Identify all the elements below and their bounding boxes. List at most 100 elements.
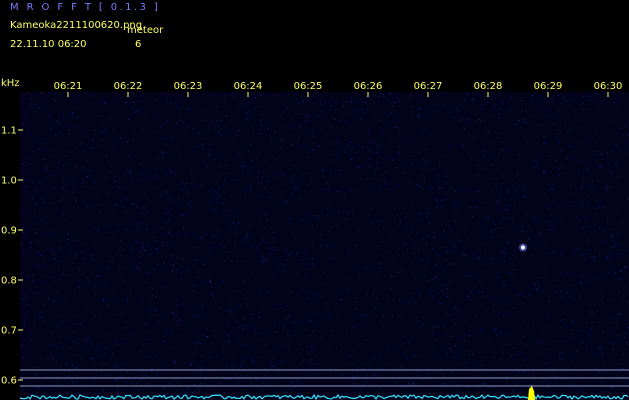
noise-speck: [102, 389, 104, 391]
noise-speck: [592, 140, 594, 142]
noise-speck: [35, 373, 37, 375]
noise-speck: [75, 354, 77, 356]
noise-speck: [224, 260, 226, 262]
noise-speck: [183, 181, 185, 183]
noise-speck: [86, 305, 88, 307]
noise-speck: [609, 318, 611, 320]
noise-speck: [176, 320, 178, 322]
noise-speck: [444, 104, 446, 106]
noise-speck: [152, 176, 153, 177]
noise-speck: [62, 273, 64, 275]
noise-speck: [587, 202, 589, 203]
noise-speck: [558, 293, 559, 295]
noise-speck: [26, 112, 28, 114]
noise-speck: [169, 382, 171, 384]
noise-speck: [579, 374, 581, 376]
noise-speck: [287, 254, 289, 256]
noise-speck: [49, 232, 50, 234]
noise-speck: [478, 118, 480, 120]
noise-speck: [410, 155, 412, 157]
noise-speck: [66, 302, 67, 304]
y-tick-label: 1.1: [1, 126, 17, 137]
noise-speck: [88, 393, 90, 395]
noise-speck: [24, 295, 26, 297]
noise-speck: [95, 315, 97, 317]
noise-speck: [346, 331, 347, 333]
noise-speck: [209, 280, 211, 282]
noise-speck: [205, 233, 207, 235]
noise-speck: [586, 168, 588, 170]
noise-speck: [495, 188, 497, 190]
noise-speck: [185, 130, 187, 132]
noise-speck: [125, 381, 127, 383]
noise-speck: [116, 343, 118, 345]
noise-speck: [239, 305, 241, 307]
noise-speck: [49, 259, 51, 261]
noise-speck: [454, 345, 456, 346]
noise-speck: [626, 153, 628, 155]
noise-speck: [265, 160, 267, 162]
noise-speck: [387, 94, 389, 96]
noise-speck: [32, 222, 34, 224]
noise-speck: [248, 241, 250, 243]
noise-speck: [253, 155, 255, 157]
noise-speck: [29, 98, 31, 100]
noise-speck: [571, 110, 573, 112]
noise-speck: [165, 143, 167, 145]
noise-speck: [356, 109, 358, 111]
noise-speck: [365, 101, 366, 103]
noise-speck: [377, 248, 379, 250]
noise-speck: [216, 120, 218, 121]
noise-speck: [261, 111, 263, 113]
noise-speck: [187, 387, 189, 389]
noise-speck: [304, 274, 306, 276]
noise-speck: [212, 162, 214, 164]
noise-speck: [64, 141, 66, 143]
noise-speck: [459, 302, 461, 304]
noise-speck: [23, 170, 25, 172]
noise-speck: [350, 189, 352, 191]
noise-speck: [155, 296, 157, 298]
noise-speck: [262, 356, 264, 358]
noise-speck: [245, 236, 247, 238]
noise-speck: [215, 197, 217, 199]
noise-speck: [339, 299, 341, 301]
noise-speck: [115, 364, 117, 366]
noise-speck: [288, 330, 290, 332]
noise-speck: [483, 202, 485, 204]
noise-speck: [273, 303, 275, 305]
noise-speck: [609, 249, 611, 251]
noise-speck: [117, 319, 119, 321]
noise-speck: [488, 101, 490, 103]
noise-speck: [230, 307, 232, 309]
noise-speck: [141, 95, 143, 97]
noise-speck: [241, 156, 243, 158]
noise-speck: [65, 391, 67, 393]
noise-speck: [78, 268, 80, 270]
noise-speck: [587, 194, 589, 196]
noise-speck: [341, 374, 343, 376]
noise-speck: [479, 257, 481, 259]
noise-speck: [260, 338, 262, 340]
noise-speck: [500, 149, 502, 150]
noise-speck: [377, 272, 379, 274]
noise-speck: [115, 235, 117, 237]
noise-speck: [496, 335, 498, 337]
noise-speck: [370, 98, 371, 100]
noise-speck: [42, 333, 44, 334]
noise-speck: [81, 191, 82, 193]
noise-speck: [94, 181, 96, 183]
noise-speck: [106, 347, 108, 349]
noise-speck: [545, 243, 547, 245]
noise-speck: [26, 178, 27, 180]
y-tick-label: 1.0: [1, 176, 17, 187]
noise-speck: [120, 137, 122, 139]
noise-speck: [258, 261, 260, 263]
noise-speck: [518, 154, 520, 156]
noise-speck: [140, 380, 142, 382]
noise-speck: [157, 177, 159, 179]
noise-speck: [168, 169, 170, 171]
noise-speck: [552, 124, 554, 125]
noise-speck: [330, 143, 332, 145]
noise-speck: [131, 203, 133, 205]
